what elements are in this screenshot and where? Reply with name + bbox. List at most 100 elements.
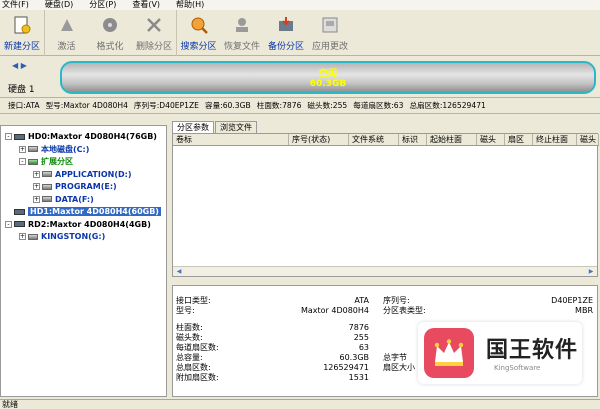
tree-item-label: DATA(F:) <box>55 194 94 204</box>
tree-item-label: RD2:Maxtor 4D080H4(4GB) <box>28 219 151 229</box>
tree-item[interactable]: - 扩展分区 <box>19 156 73 167</box>
table-header: 卷标 序号(状态) 文件系统 标识 起始柱面 磁头 扇区 终止柱面 磁头 <box>173 134 599 146</box>
partition-icon <box>28 233 38 240</box>
column-header[interactable]: 标识 <box>399 134 427 145</box>
new-partition-icon <box>11 14 33 36</box>
partition-table: 卷标 序号(状态) 文件系统 标识 起始柱面 磁头 扇区 终止柱面 磁头 ◀ ▶ <box>172 133 599 277</box>
menu-item[interactable]: 帮助(H) <box>176 0 204 10</box>
tree-item-label: APPLICATION(D:) <box>55 169 132 179</box>
detail-key: 磁头数: <box>176 333 203 342</box>
toolbar-label: 格式化 <box>96 42 124 52</box>
column-header[interactable]: 扇区 <box>505 134 533 145</box>
expand-icon[interactable]: + <box>19 145 26 153</box>
disk-icon <box>14 133 25 140</box>
detail-value: 1531 <box>348 373 369 382</box>
column-header[interactable]: 磁头 <box>477 134 505 145</box>
detail-value: D40EP1ZE <box>551 296 593 305</box>
tree-item[interactable]: + 本地磁盘(C:) <box>19 144 89 155</box>
expand-icon[interactable]: + <box>33 170 40 178</box>
partition-icon <box>42 183 52 190</box>
disk-info-item: 柱面数:7876 <box>256 101 302 110</box>
column-header[interactable]: 磁头 <box>577 134 599 145</box>
tree-item[interactable]: + APPLICATION(D:) <box>33 169 132 180</box>
tree-item-label: PROGRAM(E:) <box>55 182 117 191</box>
disk-tree[interactable]: - HD0:Maxtor 4D080H4(76GB) + 本地磁盘(C:) - 扩展分区 +… <box>0 125 167 397</box>
detail-key: 柱面数: <box>176 323 203 332</box>
detail-key: 总容量: <box>176 353 203 362</box>
detail-value: ATA <box>354 296 369 305</box>
tree-item-label: HD1:Maxtor 4D080H4(60GB) <box>28 207 161 216</box>
column-header[interactable]: 卷标 <box>173 134 289 145</box>
tree-item-label: HD0:Maxtor 4D080H4(76GB) <box>28 132 157 141</box>
column-header[interactable]: 文件系统 <box>349 134 399 145</box>
toolbar-label: 新建分区 <box>3 42 40 52</box>
toolbar-label: 搜索分区 <box>180 42 217 52</box>
detail-value: 7876 <box>348 323 369 332</box>
column-header[interactable]: 序号(状态) <box>289 134 349 145</box>
expand-icon[interactable]: + <box>33 195 40 203</box>
detail-key: 序列号: <box>383 296 410 305</box>
partition-icon <box>42 196 52 202</box>
disk-icon <box>14 208 25 215</box>
tab-partition-params[interactable]: 分区参数 <box>172 121 214 133</box>
disk-info-item: 接口:ATA <box>8 101 40 110</box>
toolbar-label: 应用更改 <box>311 42 348 52</box>
collapse-icon[interactable]: - <box>5 220 12 228</box>
tree-item[interactable]: - HD0:Maxtor 4D080H4(76GB) <box>5 131 157 142</box>
toolbar-label: 激活 <box>57 42 76 52</box>
collapse-icon[interactable]: - <box>5 133 12 140</box>
detail-value: MBR <box>575 306 593 315</box>
tab-browse-files[interactable]: 浏览文件 <box>215 121 257 133</box>
detail-value: 126529471 <box>323 363 369 372</box>
menu-item[interactable]: 查看(V) <box>132 0 160 10</box>
expand-icon[interactable]: + <box>19 233 26 240</box>
detail-value: 255 <box>353 333 369 342</box>
detail-key: 每道扇区数: <box>176 343 219 352</box>
delete-button[interactable]: 删除分区 <box>132 10 176 56</box>
backup-button[interactable]: 备份分区 <box>264 10 308 56</box>
toolbar-label: 删除分区 <box>135 42 172 52</box>
tree-item[interactable]: - RD2:Maxtor 4D080H4(4GB) <box>5 219 151 230</box>
backup-icon <box>275 14 297 36</box>
logo-name: 国王软件 <box>486 338 579 363</box>
detail-value: Maxtor 4D080H4 <box>300 306 369 315</box>
disk-cylinder[interactable]: 空闲 60.3GB <box>60 61 596 94</box>
disk-label: 硬盘 1 <box>8 85 35 95</box>
scroll-right-icon[interactable]: ▶ <box>586 268 596 276</box>
partition-icon <box>28 158 38 165</box>
horizontal-scrollbar[interactable]: ◀ ▶ <box>173 266 597 276</box>
detail-key: 总字节 <box>383 353 407 362</box>
cylinder-size: 60.3GB <box>309 79 347 89</box>
format-button[interactable]: 格式化 <box>88 10 132 56</box>
recover-file-button[interactable]: 恢复文件 <box>220 10 264 56</box>
collapse-icon[interactable]: - <box>19 158 26 165</box>
activate-icon <box>56 14 78 36</box>
column-header[interactable]: 终止柱面 <box>533 134 577 145</box>
activate-button[interactable]: 激活 <box>44 10 88 56</box>
search-partition-button[interactable]: 搜索分区 <box>176 10 220 56</box>
new-partition-button[interactable]: 新建分区 <box>0 10 44 56</box>
menu-item[interactable]: 文件(F) <box>2 0 29 10</box>
menu-item[interactable]: 分区(P) <box>89 0 116 10</box>
disk-icon <box>14 221 25 227</box>
menu-bar: 文件(F) 硬盘(D) 分区(P) 查看(V) 帮助(H) <box>0 0 600 10</box>
apply-button[interactable]: 应用更改 <box>308 10 352 56</box>
tree-item[interactable]: + DATA(F:) <box>33 194 94 205</box>
disk-info-bar: 接口:ATA 型号:Maxtor 4D080H4 序列号:D40EP1ZE 容量:60… <box>0 98 600 114</box>
nav-arrows[interactable]: ◀ ▶ <box>12 61 27 70</box>
disk-info-item: 容量:60.3GB <box>204 101 251 110</box>
detail-key: 附加扇区数: <box>176 373 219 382</box>
tree-item-label: KINGSTON(G:) <box>41 232 106 241</box>
tabs: 分区参数 浏览文件 <box>172 121 258 133</box>
tree-item[interactable]: + KINGSTON(G:) <box>19 231 105 242</box>
column-header[interactable]: 起始柱面 <box>427 134 477 145</box>
tree-item[interactable]: HD1:Maxtor 4D080H4(60GB) <box>5 206 161 217</box>
toolbar: 新建分区 激活 格式化 删除分区 搜索分区 恢复文件 备份分区 应用更改 <box>0 10 600 56</box>
logo-subtitle: KingSoftware <box>494 364 541 372</box>
tree-item[interactable]: + PROGRAM(E:) <box>33 181 117 192</box>
toolbar-label: 恢复文件 <box>223 42 260 52</box>
scroll-left-icon[interactable]: ◀ <box>174 268 184 276</box>
menu-item[interactable]: 硬盘(D) <box>45 0 73 10</box>
recover-file-icon <box>231 14 253 36</box>
expand-icon[interactable]: + <box>33 183 40 190</box>
